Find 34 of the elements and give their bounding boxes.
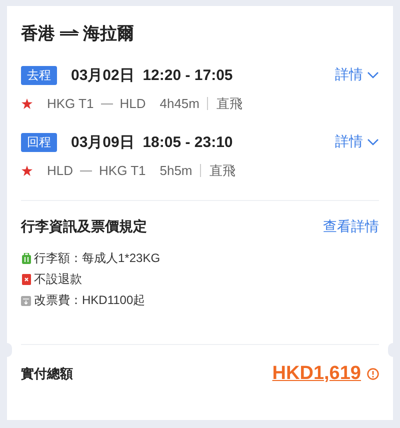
leg-badge: 去程 <box>21 66 57 84</box>
leg-airport: HLD <box>120 96 146 111</box>
leg-type: 直飛 <box>200 164 236 177</box>
leg-airport: HKG T1 <box>47 96 94 111</box>
details-link[interactable]: 詳情 <box>335 66 379 84</box>
luggage-icon <box>22 253 30 264</box>
leg-airport: HLD <box>47 163 74 178</box>
total-label: 實付總額 <box>21 365 73 383</box>
section-title: 行李資訊及票價規定 <box>21 218 147 236</box>
leg-duration: 4h45m <box>160 96 200 111</box>
leg-datetime: 03月02日 12:20 - 17:05 <box>71 66 233 84</box>
details-link[interactable]: 詳情 <box>335 133 379 151</box>
leg-datetime: 03月09日 18:05 - 23:10 <box>71 132 233 152</box>
chevron-down-icon[interactable] <box>367 71 379 79</box>
rule-text: 行李額：每成人1*23KG <box>34 250 160 267</box>
info-icon[interactable] <box>367 368 379 380</box>
leg-type: 直飛 <box>207 97 242 110</box>
total-amount[interactable]: HKD1,619 <box>272 363 361 385</box>
chevron-down-icon[interactable] <box>367 138 379 146</box>
leg-badge: 回程 <box>21 132 57 152</box>
view-details-link[interactable]: 查看詳情 <box>323 218 379 236</box>
rule-text: 改票費：HKD1100起 <box>34 292 146 309</box>
flower-logo-icon <box>21 98 33 110</box>
route-line-icon <box>100 102 113 104</box>
flower-logo-icon <box>21 164 33 176</box>
ticket-change-icon <box>21 296 31 306</box>
route-destination: 海拉爾 <box>83 22 134 44</box>
leg-duration: 5h5m <box>160 163 192 178</box>
leg-airport: HKG T1 <box>99 163 146 178</box>
rule-text: 不設退款 <box>34 271 82 288</box>
route-origin: 香港 <box>21 22 55 44</box>
no-refund-icon <box>22 274 30 285</box>
route-line-icon <box>80 170 92 172</box>
round-trip-icon <box>59 29 79 37</box>
